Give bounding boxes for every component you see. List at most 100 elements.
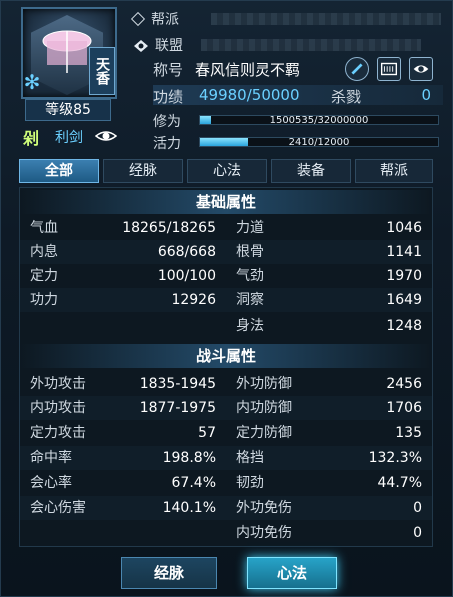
merit-value: 49980/50000 [199,86,300,104]
stat-value: 44.7% [377,475,422,491]
eye-icon[interactable] [95,125,117,147]
stat-value: 1970 [386,268,422,284]
stat-value: 57 [198,425,216,441]
stat-row: 外功攻击 1835-1945 [30,372,216,396]
alliance-row: 联盟 [133,35,183,55]
stat-row: 外功免伤 0 [236,496,422,520]
stat-value: 198.8% [162,450,216,466]
stat-value: 1649 [386,292,422,308]
tab-mind[interactable]: 心法 [187,159,267,183]
tab-meridian[interactable]: 经脉 [103,159,183,183]
stat-row: 气劲 1970 [236,264,422,288]
alliance-name-blurred [201,39,421,51]
guild-row: 帮派 [130,9,179,29]
stat-label: 会心率 [30,475,72,491]
mask-icon[interactable] [409,57,433,81]
stat-label: 命中率 [30,450,72,466]
vitality-value: 2410/12000 [288,137,350,148]
stat-label: 洞察 [236,292,264,308]
attributes-content: 基础属性 气血 18265/18265 内息 668/668 定力 100/100 功… [19,187,433,547]
stat-row: 内息 668/668 [30,240,216,264]
stat-value: 140.1% [162,500,216,516]
stat-value: 2456 [386,376,422,392]
stat-row: 气血 18265/18265 [30,216,216,240]
stat-label: 定力 [30,268,58,284]
stat-label: 定力防御 [236,425,292,441]
stat-value: 1835-1945 [139,376,216,392]
stat-row: 内功免伤 0 [236,521,422,545]
weapon-glyph: 剁 [23,129,40,148]
weapon-row: 剁 利剑 [23,125,123,148]
stat-value: 668/668 [157,244,216,260]
stat-label: 内息 [30,244,58,260]
stat-row: 外功防御 2456 [236,372,422,396]
stat-value: 67.4% [171,475,216,491]
meridian-button[interactable]: 经脉 [121,557,217,589]
stat-label: 外功防御 [236,376,292,392]
title-row: 称号 春风信则灵不羁 [153,59,300,80]
stat-label: 会心伤害 [30,500,86,516]
combat-attributes-heading: 战斗属性 [20,344,432,368]
merit-label: 功绩 [153,88,184,106]
stat-row: 定力 100/100 [30,264,216,288]
stat-row: 身法 1248 [236,314,422,338]
alliance-label: 联盟 [155,38,183,54]
stat-label: 功力 [30,292,58,308]
vitality-label: 活力 [153,136,181,152]
stat-value: 132.3% [368,450,422,466]
school-badge: 天香 [89,47,115,95]
tab-guild[interactable]: 帮派 [355,159,433,183]
stat-label: 内功防御 [236,400,292,416]
level-label: 等级85 [25,99,111,121]
stat-row: 韧劲 44.7% [236,471,422,495]
weapon-name: 利剑 [55,130,83,146]
stat-value: 12926 [171,292,216,308]
gear-icon[interactable]: ✻ [21,71,43,93]
stat-row: 会心伤害 140.1% [30,496,216,520]
vitality-row: 活力 2410/12000 [153,133,443,152]
stat-value: 1877-1975 [139,400,216,416]
umbrella-icon [42,30,92,73]
stat-value: 18265/18265 [122,220,216,236]
tab-all[interactable]: 全部 [19,159,99,183]
title-value: 春风信则灵不羁 [195,61,301,79]
vitality-bar: 2410/12000 [199,137,439,148]
merit-row: 功绩 49980/50000 杀戮 0 [153,85,443,106]
stat-label: 内功免伤 [236,525,292,541]
tab-equipment[interactable]: 装备 [271,159,351,183]
guild-label: 帮派 [151,12,179,28]
stat-value: 1046 [386,220,422,236]
stat-label: 格挡 [236,450,264,466]
basic-attributes-heading: 基础属性 [20,190,432,214]
stat-row: 内功攻击 1877-1975 [30,396,216,420]
stat-label: 力道 [236,220,264,236]
stat-label: 定力攻击 [30,425,86,441]
stat-value: 1706 [386,400,422,416]
stat-label: 内功攻击 [30,400,86,416]
stat-row: 力道 1046 [236,216,422,240]
stat-value: 1141 [386,244,422,260]
stat-value: 100/100 [157,268,216,284]
cultivation-value: 1500535/32000000 [269,115,369,126]
stat-row: 定力防御 135 [236,421,422,445]
stat-label: 外功攻击 [30,376,86,392]
character-panel: 天香 ✻ 等级85 剁 利剑 帮派 联盟 称号 春风信则灵不羁 功绩 49980… [0,0,453,597]
stat-row: 定力攻击 57 [30,421,216,445]
cultivation-label: 修为 [153,114,181,130]
stat-label: 外功免伤 [236,500,292,516]
tab-bar: 全部 经脉 心法 装备 帮派 [19,159,433,183]
slay-label: 杀戮 [331,88,362,106]
stat-row: 命中率 198.8% [30,446,216,470]
stat-label: 气劲 [236,268,264,284]
title-label: 称号 [153,61,184,79]
stat-value: 135 [395,425,422,441]
stat-row: 格挡 132.3% [236,446,422,470]
stat-row: 根骨 1141 [236,240,422,264]
cultivation-bar: 1500535/32000000 [199,115,439,126]
pen-icon[interactable] [345,57,369,81]
stat-value: 0 [413,525,422,541]
card-icon[interactable] [377,57,401,81]
stat-value: 1248 [386,318,422,334]
mind-button[interactable]: 心法 [247,557,337,589]
stat-value: 0 [413,500,422,516]
